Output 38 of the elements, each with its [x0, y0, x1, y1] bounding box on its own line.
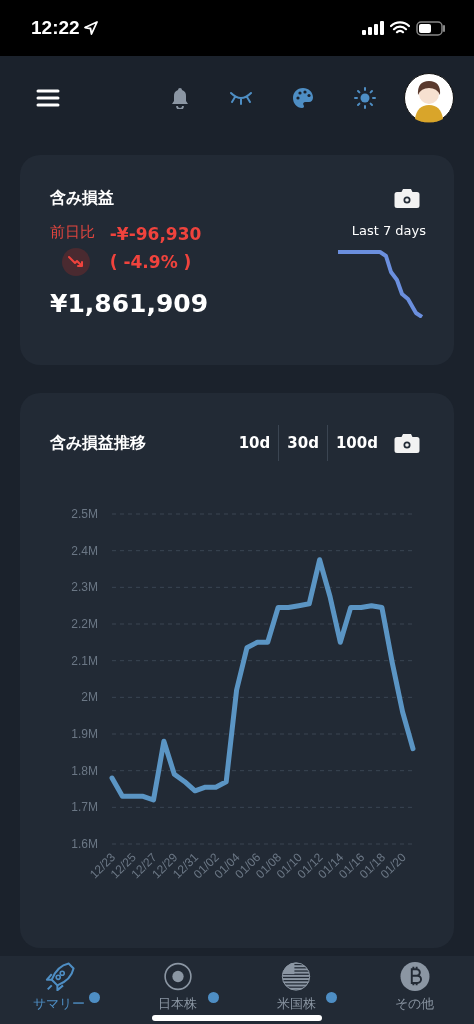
y-axis-label: 2M	[81, 690, 98, 705]
battery-icon	[416, 20, 446, 36]
y-axis-label: 2.2M	[71, 617, 98, 631]
sun-icon[interactable]	[354, 87, 376, 109]
camera-icon[interactable]	[394, 187, 420, 209]
menu-icon[interactable]	[36, 89, 60, 107]
palette-icon[interactable]	[292, 87, 314, 109]
sparkline-label: Last 7 days	[351, 223, 426, 238]
location-arrow-icon	[83, 21, 98, 35]
period-button[interactable]: 100d	[327, 425, 386, 461]
period-button[interactable]: 30d	[279, 425, 327, 461]
y-axis-label: 2.5M	[71, 507, 98, 521]
tab-item[interactable]: その他	[355, 956, 474, 1014]
y-axis-label: 1.6M	[71, 837, 98, 851]
y-axis-label: 1.8M	[71, 763, 98, 778]
down-trend-icon	[60, 247, 91, 277]
card-title: 含み損益推移	[50, 432, 147, 454]
camera-icon[interactable]	[394, 432, 420, 454]
change-percent: ( -4.9% )	[109, 251, 193, 273]
tab-item[interactable]: 米国株	[237, 956, 356, 1014]
bell-icon[interactable]	[170, 87, 190, 109]
wifi-icon	[390, 21, 410, 35]
card-title: 含み損益	[50, 187, 114, 209]
closed-eye-icon[interactable]	[230, 91, 252, 105]
tab-item[interactable]: 日本株	[118, 956, 237, 1014]
total-value: ¥1,861,909	[50, 289, 209, 318]
period-button[interactable]: 10d	[230, 425, 279, 461]
y-axis-label: 2.1M	[71, 653, 98, 668]
signal-icon	[362, 21, 384, 35]
y-axis-label: 1.9M	[71, 727, 98, 741]
y-axis-label: 2.4M	[71, 543, 98, 558]
tab-item[interactable]: サマリー	[0, 956, 119, 1014]
y-axis-label: 2.3M	[71, 580, 98, 595]
status-time: 12:22	[31, 17, 80, 39]
change-amount: -¥-96,930	[109, 223, 203, 245]
comparison-label: 前日比	[50, 223, 96, 242]
y-axis-label: 1.7M	[71, 800, 98, 815]
avatar[interactable]	[404, 73, 454, 123]
